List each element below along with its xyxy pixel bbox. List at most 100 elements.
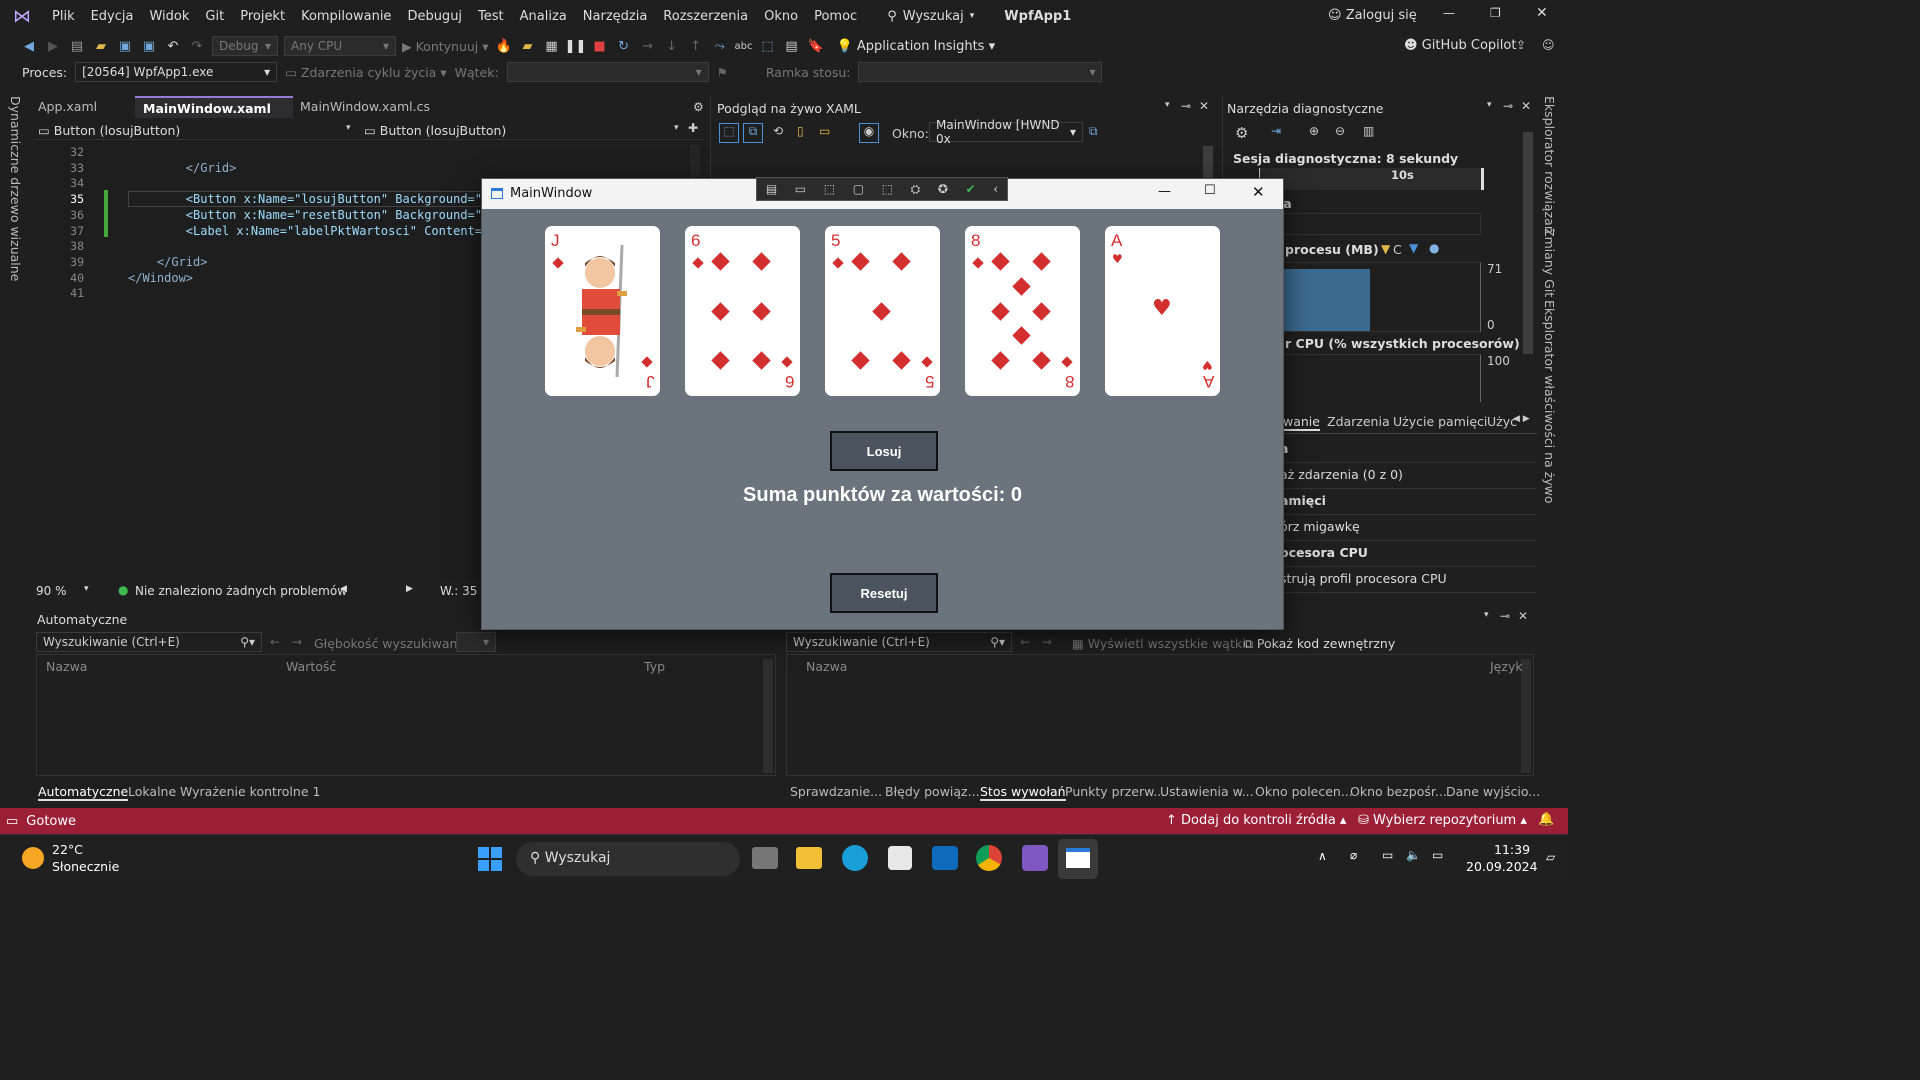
maximize-button[interactable]: ❐ [1490, 6, 1501, 20]
bottom-tab[interactable]: Okno polecen... [1255, 784, 1353, 799]
forward-arrow-icon[interactable]: → [292, 635, 302, 649]
cs-menu-icon[interactable]: ▾ [1484, 610, 1489, 620]
zoom-in-icon[interactable]: ⊕ [1309, 124, 1319, 138]
ruler-icon[interactable]: ▯ [797, 124, 804, 138]
cs-pin-icon[interactable]: ⊸ [1500, 609, 1510, 623]
diag-menu-icon[interactable]: ▾ [1487, 100, 1492, 110]
tab-summary[interactable]: wanie [1283, 414, 1320, 431]
nav-right-chevron-icon[interactable]: ▾ [674, 123, 679, 133]
no-issues-check-icon[interactable]: ✔ [966, 182, 976, 196]
continue-button[interactable]: ▶ Kontynuuj ▾ [402, 39, 489, 54]
platform-select[interactable]: Any CPU ▾ [284, 36, 396, 56]
window-maximize-button[interactable]: ☐ [1204, 183, 1216, 198]
open-folder-icon[interactable]: ▰ [92, 37, 110, 55]
spellcheck-icon[interactable]: abc [735, 37, 753, 55]
collapse-toolbar-icon[interactable]: ‹ [993, 182, 998, 196]
bottom-tab[interactable]: Punkty przerw... [1065, 784, 1165, 799]
stop-icon[interactable]: ■ [591, 37, 609, 55]
wpf-app-icon[interactable] [1058, 839, 1098, 879]
new-project-icon[interactable]: ▤ [68, 37, 86, 55]
solution-explorer-tab[interactable]: Eksplorator rozwiązań [1542, 96, 1557, 234]
menu-test[interactable]: Test [470, 9, 512, 24]
notification-center-icon[interactable]: ▱ [1546, 850, 1555, 864]
cs-back-icon[interactable]: ← [1020, 635, 1030, 649]
chrome-icon[interactable] [976, 845, 1002, 871]
eye-icon[interactable]: ◉ [859, 123, 879, 143]
code-line[interactable]: </Grid> [128, 255, 482, 271]
layout-icon[interactable]: ▦ [543, 37, 561, 55]
bottom-tab[interactable]: Okno bezpośr... [1350, 784, 1447, 799]
tab-app-xaml[interactable]: App.xaml [30, 96, 105, 118]
code-line[interactable]: </Grid> [128, 161, 482, 177]
tab-locals[interactable]: Lokalne [128, 784, 176, 799]
step-out-icon[interactable]: ↑ [687, 37, 705, 55]
menu-tools[interactable]: Narzędzia [575, 9, 656, 24]
menu-extensions[interactable]: Rozszerzenia [655, 9, 756, 24]
save-icon[interactable]: ▣ [116, 37, 134, 55]
sign-in-button[interactable]: ☺ Zaloguj się [1328, 8, 1417, 23]
notifications-icon[interactable]: 🔔 [1538, 812, 1554, 827]
hot-reload-icon[interactable]: 🔥 [495, 37, 513, 55]
breakpoint-icon[interactable]: ⤳ [711, 37, 729, 55]
cs-col-language[interactable]: Język [1490, 659, 1523, 674]
start-icon[interactable] [478, 847, 502, 871]
search-button[interactable]: ⚲ Wyszukaj ▾ [887, 9, 974, 24]
store-icon[interactable] [888, 846, 912, 870]
chevron-up-icon[interactable]: ∧ [1318, 849, 1327, 863]
split-icon[interactable]: ✚ [688, 121, 698, 135]
pause-icon[interactable]: ❚❚ [565, 37, 587, 55]
add-source-control[interactable]: ↑ Dodaj do kontroli źródła ▴ [1166, 813, 1346, 828]
bottom-tab[interactable]: Stos wywołań [980, 784, 1066, 801]
menu-debug[interactable]: Debuguj [399, 9, 470, 24]
menu-build[interactable]: Kompilowanie [293, 9, 399, 24]
live-xaml-scrollbar[interactable] [1203, 146, 1213, 178]
track-element-icon[interactable]: ⬚ [882, 182, 893, 196]
code-line[interactable]: </Window> [128, 271, 482, 287]
zoom-level[interactable]: 90 % [36, 584, 67, 598]
record-icon[interactable]: ▭ [795, 182, 806, 196]
window-close-button[interactable]: ✕ [1252, 183, 1265, 201]
display-adorners-icon[interactable]: ⧉ [743, 123, 763, 143]
diag-scrollbar[interactable] [1523, 132, 1533, 354]
zoom-out-icon[interactable]: ⊖ [1335, 124, 1345, 138]
step-into-icon[interactable]: ↓ [663, 37, 681, 55]
task-view-icon[interactable] [752, 847, 778, 869]
code-line[interactable]: <Button x:Name="losujButton" Background=… [128, 192, 482, 208]
share-icon[interactable]: ⇪ [1516, 38, 1526, 52]
tab-mainwindow-cs[interactable]: MainWindow.xaml.cs [292, 96, 438, 118]
bottom-tab[interactable]: Błędy powiąz... [885, 784, 980, 799]
cs-forward-icon[interactable]: → [1042, 635, 1052, 649]
undo-icon[interactable]: ↶ [164, 37, 182, 55]
autos-col-type[interactable]: Typ [644, 659, 665, 674]
select-element-tool-icon[interactable]: ⬚ [719, 123, 739, 143]
editor-options-icon[interactable]: ⚙ [693, 100, 704, 114]
volume-icon[interactable]: 🔈 [1406, 848, 1421, 862]
taskbar-search[interactable]: ⚲ Wyszukaj [516, 842, 740, 876]
scroll-right-icon[interactable]: ▶ [406, 584, 413, 594]
clock-date[interactable]: 20.09.2024 [1466, 859, 1538, 874]
panel-menu-icon[interactable]: ▾ [1165, 100, 1170, 110]
back-icon[interactable]: ◀ [20, 37, 38, 55]
panel-pin-icon[interactable]: ⊸ [1181, 99, 1191, 113]
outlook-icon[interactable] [932, 846, 958, 870]
settings-icon[interactable]: ⚙ [1235, 124, 1248, 142]
forward-icon[interactable]: ▶ [44, 37, 62, 55]
tabs-scroll-icon[interactable]: ◀ ▶ [1513, 414, 1530, 424]
flag-icon[interactable]: ⚑ [717, 65, 728, 80]
config-select[interactable]: Debug ▾ [212, 36, 278, 56]
go-to-live-tree-icon[interactable]: ▤ [766, 182, 777, 196]
bookmark-icon[interactable]: 🔖 [807, 37, 825, 55]
display-icon[interactable]: ▭ [1382, 848, 1393, 862]
window-select[interactable]: MainWindow [HWND 0x ▾ [929, 118, 1083, 146]
code-line[interactable]: <Button x:Name="resetButton" Background=… [128, 208, 482, 224]
rulers-icon[interactable]: ▭ [819, 124, 830, 138]
callstack-search-input[interactable]: Wyszukiwanie (Ctrl+E) ⚲▾ [786, 632, 1012, 652]
weather-temp[interactable]: 22°C [52, 842, 83, 857]
binding-failures-icon[interactable]: ⛭ [911, 182, 921, 197]
bottom-tab[interactable]: Sprawdzanie... [790, 784, 882, 799]
process-select[interactable]: [20564] WpfApp1.exe ▾ [75, 62, 278, 82]
select-element-icon[interactable]: ⬚ [824, 182, 835, 196]
menu-file[interactable]: Plik [44, 9, 83, 24]
draw-button[interactable]: Losuj [830, 431, 938, 471]
file-explorer-icon[interactable] [796, 847, 822, 869]
